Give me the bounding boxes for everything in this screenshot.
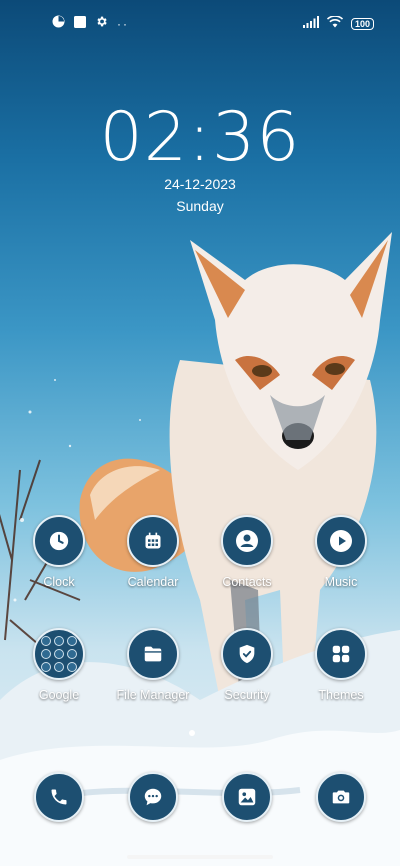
- home-date: 24-12-2023: [164, 176, 236, 192]
- play-icon: [315, 515, 367, 567]
- clock-icon: [33, 515, 85, 567]
- app-label: File Manager: [116, 688, 190, 702]
- app-contacts[interactable]: Contacts: [199, 515, 295, 589]
- status-bar: ·· 100: [0, 10, 400, 34]
- message-icon: [128, 772, 178, 822]
- app-label: Music: [324, 575, 358, 589]
- camera-icon: [316, 772, 366, 822]
- dock-messages[interactable]: [105, 772, 201, 822]
- folder-icon: [127, 628, 179, 680]
- app-label: Security: [224, 688, 270, 702]
- signal-icon: [302, 15, 319, 33]
- google-folder-icon: [33, 628, 85, 680]
- notification-square-icon: [74, 15, 86, 33]
- wifi-icon: [326, 15, 344, 33]
- settings-gear-icon: [95, 15, 108, 33]
- app-label: Clock: [43, 575, 75, 589]
- dock-phone[interactable]: [11, 772, 107, 822]
- home-gesture-bar[interactable]: [127, 855, 273, 859]
- battery-indicator: 100: [350, 18, 374, 30]
- app-calendar[interactable]: Calendar: [105, 515, 201, 589]
- dock-gallery[interactable]: [199, 772, 295, 822]
- dock-camera[interactable]: [293, 772, 389, 822]
- calendar-icon: [127, 515, 179, 567]
- home-clock-time[interactable]: 02:36: [0, 98, 400, 177]
- notification-app-icon: [52, 15, 65, 33]
- app-clock[interactable]: Clock: [11, 515, 107, 589]
- home-day: Sunday: [176, 198, 224, 214]
- app-google-folder[interactable]: Google: [11, 628, 107, 702]
- app-file-manager[interactable]: File Manager: [105, 628, 201, 702]
- contacts-icon: [221, 515, 273, 567]
- app-themes[interactable]: Themes: [293, 628, 389, 702]
- app-label: Google: [38, 688, 80, 702]
- app-label: Calendar: [127, 575, 179, 589]
- shield-icon: [221, 628, 273, 680]
- grid-icon: [315, 628, 367, 680]
- app-music[interactable]: Music: [293, 515, 389, 589]
- app-label: Contacts: [222, 575, 272, 589]
- phone-icon: [34, 772, 84, 822]
- app-label: Themes: [318, 688, 364, 702]
- gallery-icon: [222, 772, 272, 822]
- app-security[interactable]: Security: [199, 628, 295, 702]
- more-dots-icon: ··: [117, 17, 129, 31]
- page-indicator: [189, 730, 195, 736]
